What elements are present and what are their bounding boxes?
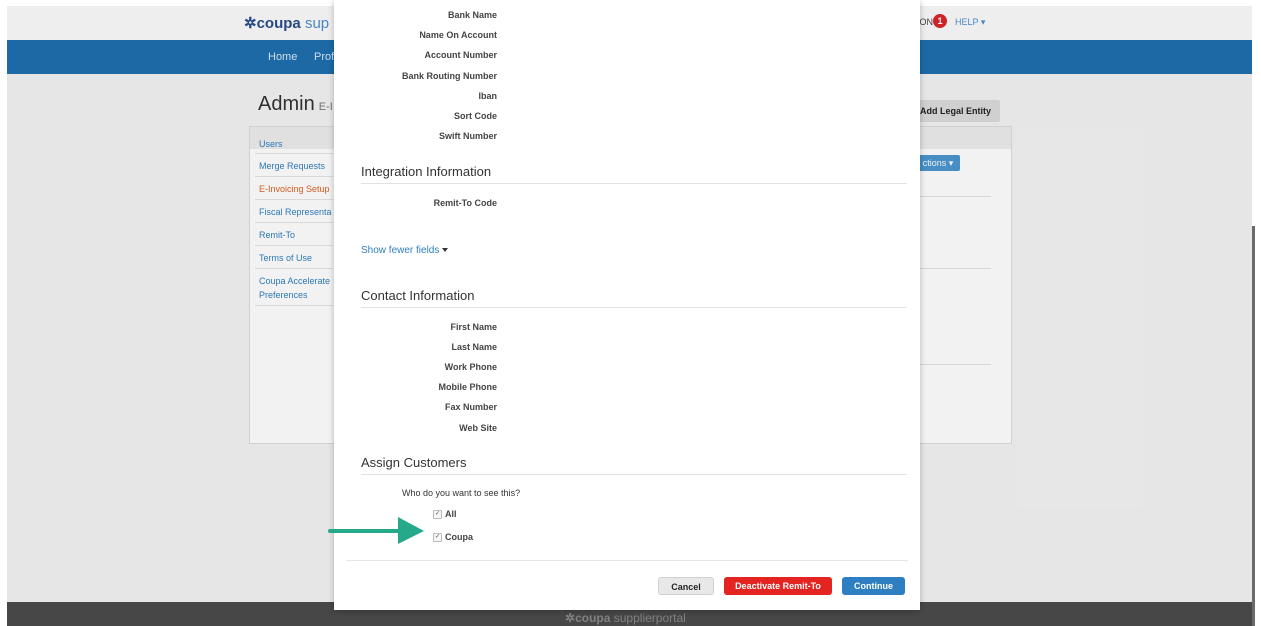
page-scrollbar[interactable] (1252, 226, 1255, 626)
field-label-account-number: Account Number (424, 50, 497, 60)
field-label-last-name: Last Name (451, 342, 497, 352)
show-fewer-fields-link[interactable]: Show fewer fields (361, 245, 449, 256)
section-title-integration: Integration Information (361, 164, 492, 179)
field-label-bank-routing-number: Bank Routing Number (401, 71, 497, 81)
modal-footer-divider (346, 560, 908, 561)
section-divider (361, 183, 907, 184)
field-label-name-on-account: Name On Account (419, 30, 497, 40)
field-label-web-site: Web Site (459, 423, 497, 433)
field-label-remit-to-code: Remit-To Code (433, 198, 497, 208)
section-divider (361, 474, 907, 475)
field-label-work-phone: Work Phone (444, 362, 497, 372)
field-label-swift-number: Swift Number (438, 131, 497, 141)
section-title-contact: Contact Information (361, 288, 475, 303)
customer-option-all[interactable]: ✓ All (433, 509, 457, 519)
continue-button[interactable]: Continue (842, 577, 905, 595)
field-label-fax-number: Fax Number (444, 402, 497, 412)
checkbox-coupa[interactable]: ✓ (433, 532, 442, 542)
section-divider (361, 307, 907, 308)
annotation-arrow-icon (328, 517, 424, 544)
customer-option-coupa[interactable]: ✓ Coupa (433, 532, 473, 542)
checkbox-all[interactable]: ✓ (433, 509, 442, 519)
field-label-first-name: First Name (450, 322, 497, 332)
field-label-mobile-phone: Mobile Phone (438, 382, 498, 392)
section-title-assign-customers: Assign Customers (361, 455, 467, 470)
caret-down-icon (442, 248, 449, 253)
assign-question: Who do you want to see this? (402, 488, 521, 498)
field-label-bank-name: Bank Name (447, 10, 497, 20)
field-label-sort-code: Sort Code (453, 111, 497, 121)
cancel-button[interactable]: Cancel (658, 577, 714, 595)
deactivate-remit-to-button[interactable]: Deactivate Remit-To (724, 577, 832, 595)
field-label-iban: Iban (478, 91, 497, 101)
